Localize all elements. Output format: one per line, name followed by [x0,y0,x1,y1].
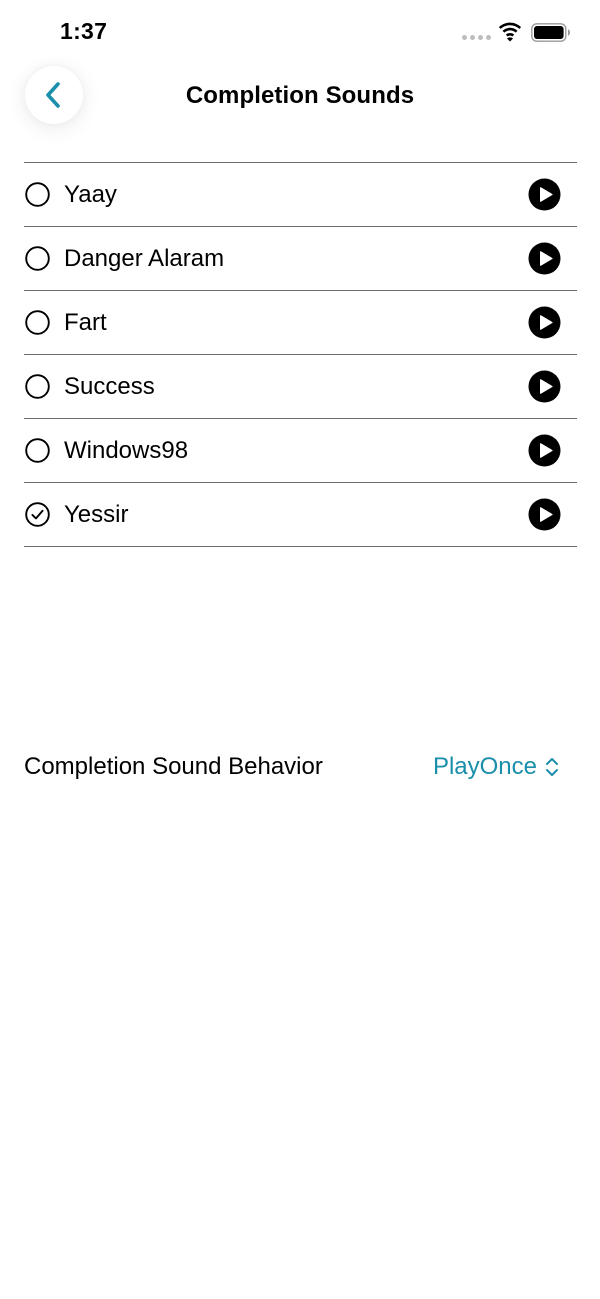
sound-row-danger-alaram[interactable]: Danger Alaram [24,227,577,291]
sound-label: Danger Alaram [64,245,225,272]
completion-sound-behavior-row: Completion Sound Behavior PlayOnce [24,748,577,786]
battery-icon [531,23,570,42]
sound-row-fart[interactable]: Fart [24,291,577,355]
radio-unselected-icon[interactable] [25,374,50,399]
behavior-label: Completion Sound Behavior [24,753,323,780]
behavior-picker[interactable]: PlayOnce [433,753,559,781]
sound-row-windows98[interactable]: Windows98 [24,419,577,483]
play-icon[interactable] [528,434,561,467]
status-time: 1:37 [60,18,108,44]
sound-label: Windows98 [64,437,189,464]
play-icon[interactable] [528,306,561,339]
wifi-icon [498,22,522,42]
play-icon[interactable] [528,370,561,403]
status-bar: 1:37 [0,0,600,66]
play-icon[interactable] [528,178,561,211]
radio-unselected-icon[interactable] [25,182,50,207]
radio-selected-checkmark-icon[interactable] [25,502,50,527]
sound-label: Yaay [64,181,117,208]
cellular-signal-icon [462,35,491,40]
play-icon[interactable] [528,242,561,275]
sound-label: Yessir [64,501,129,528]
play-icon[interactable] [528,498,561,531]
page-title: Completion Sounds [185,82,415,109]
behavior-value[interactable]: PlayOnce [433,753,537,781]
sound-row-success[interactable]: Success [24,355,577,419]
sound-row-yaay[interactable]: Yaay [24,163,577,227]
radio-unselected-icon[interactable] [25,310,50,335]
radio-unselected-icon[interactable] [25,246,50,271]
sound-list: Yaay Danger Alaram Fart Success Windows9… [24,162,577,547]
chevron-up-down-icon [546,758,558,776]
sound-label: Fart [64,309,107,336]
radio-unselected-icon[interactable] [25,438,50,463]
sound-label: Success [64,373,155,400]
navigation-bar: Completion Sounds [0,66,600,128]
sound-row-yessir[interactable]: Yessir [24,483,577,547]
